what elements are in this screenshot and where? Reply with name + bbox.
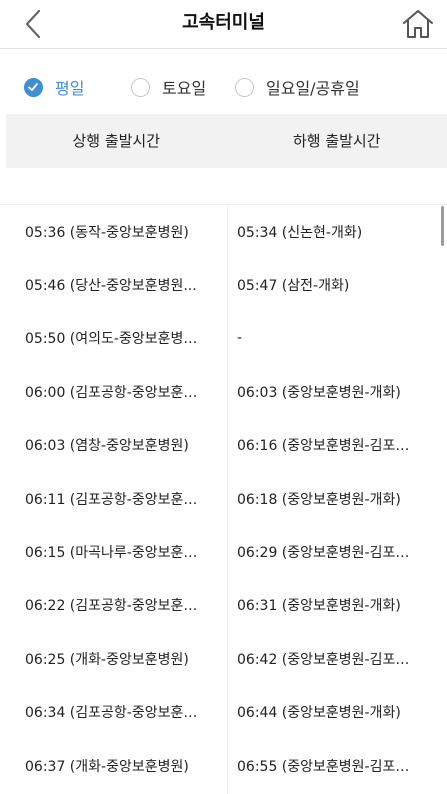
table-row: 05:46 (당산-중앙보훈병원... 05:47 (삼전-개화): [0, 258, 447, 311]
down-departure-cell[interactable]: 06:29 (중앙보훈병원-김포…: [237, 542, 431, 562]
down-departure-cell[interactable]: 06:55 (중앙보훈병원-김포…: [237, 756, 431, 776]
table-row: 06:03 (염창-중앙보훈병원) 06:16 (중앙보훈병원-김포…: [0, 419, 447, 472]
page-title: 고속터미널: [182, 12, 265, 33]
down-departure-cell[interactable]: 05:34 (신논현-개화): [237, 222, 431, 242]
table-row: 06:22 (김포공항-중앙보훈… 06:31 (중앙보훈병원-개화): [0, 579, 447, 632]
radio-checked-icon: [24, 77, 43, 97]
day-type-selector: 평일 토요일 일요일/공휴일: [0, 62, 447, 112]
up-departure-cell[interactable]: 05:46 (당산-중앙보훈병원...: [25, 275, 219, 295]
down-departure-cell[interactable]: 06:18 (중앙보훈병원-개화): [237, 489, 431, 509]
tab-sunday-holiday-label: 일요일/공휴일: [266, 79, 360, 98]
up-departure-cell[interactable]: 06:37 (개화-중앙보훈병원): [25, 756, 219, 776]
up-departure-cell[interactable]: 06:00 (김포공항-중앙보훈…: [25, 382, 219, 402]
table-row: 06:11 (김포공항-중앙보훈… 06:18 (중앙보훈병원-개화): [0, 472, 447, 525]
tab-sunday-holiday[interactable]: 일요일/공휴일: [235, 62, 360, 112]
down-departure-cell[interactable]: 06:16 (중앙보훈병원-김포…: [237, 435, 431, 455]
up-departure-cell[interactable]: 06:11 (김포공항-중앙보훈…: [25, 489, 219, 509]
timetable-list: 05:36 (동작-중앙보훈병원) 05:34 (신논현-개화) 05:46 (…: [0, 205, 447, 792]
up-departure-cell[interactable]: 05:36 (동작-중앙보훈병원): [25, 222, 219, 242]
table-row: 06:00 (김포공항-중앙보훈… 06:03 (중앙보훈병원-개화): [0, 365, 447, 418]
down-departure-cell[interactable]: 06:03 (중앙보훈병원-개화): [237, 382, 431, 402]
tab-weekday[interactable]: 평일: [24, 62, 84, 112]
tab-saturday[interactable]: 토요일: [131, 62, 206, 112]
home-button[interactable]: [401, 8, 435, 40]
tab-weekday-label: 평일: [55, 79, 85, 98]
tab-saturday-label: 토요일: [162, 79, 207, 98]
table-row: 06:25 (개화-중앙보훈병원) 06:42 (중앙보훈병원-김포…: [0, 632, 447, 685]
up-departure-cell[interactable]: 06:03 (염창-중앙보훈병원): [25, 435, 219, 455]
column-header-down: 하행 출발시간: [292, 132, 381, 150]
scrollbar[interactable]: [441, 206, 444, 246]
table-row: 06:37 (개화-중앙보훈병원) 06:55 (중앙보훈병원-김포…: [0, 739, 447, 792]
column-header-up: 상행 출발시간: [72, 132, 161, 150]
up-departure-cell[interactable]: 06:25 (개화-중앙보훈병원): [25, 649, 219, 669]
table-row: 06:15 (마곡나루-중앙보훈… 06:29 (중앙보훈병원-김포…: [0, 525, 447, 578]
down-departure-cell[interactable]: 05:47 (삼전-개화): [237, 275, 431, 295]
app-header: 고속터미널: [0, 0, 447, 49]
home-icon: [403, 10, 433, 38]
up-departure-cell[interactable]: 06:15 (마곡나루-중앙보훈…: [25, 542, 219, 562]
down-departure-cell[interactable]: 06:44 (중앙보훈병원-개화): [237, 702, 431, 722]
up-departure-cell[interactable]: 06:22 (김포공항-중앙보훈…: [25, 595, 219, 615]
radio-unchecked-icon: [235, 77, 254, 97]
table-row: 05:36 (동작-중앙보훈병원) 05:34 (신논현-개화): [0, 205, 447, 258]
up-departure-cell[interactable]: 06:34 (김포공항-중앙보훈…: [25, 702, 219, 722]
radio-unchecked-icon: [131, 77, 150, 97]
table-row: 06:34 (김포공항-중앙보훈… 06:44 (중앙보훈병원-개화): [0, 686, 447, 739]
down-departure-cell[interactable]: 06:31 (중앙보훈병원-개화): [237, 595, 431, 615]
down-departure-cell[interactable]: -: [237, 330, 431, 346]
column-headers: 상행 출발시간 하행 출발시간: [6, 114, 447, 168]
table-row: 05:50 (여의도-중앙보훈병… -: [0, 312, 447, 365]
up-departure-cell[interactable]: 05:50 (여의도-중앙보훈병…: [25, 328, 219, 348]
down-departure-cell[interactable]: 06:42 (중앙보훈병원-김포…: [237, 649, 431, 669]
